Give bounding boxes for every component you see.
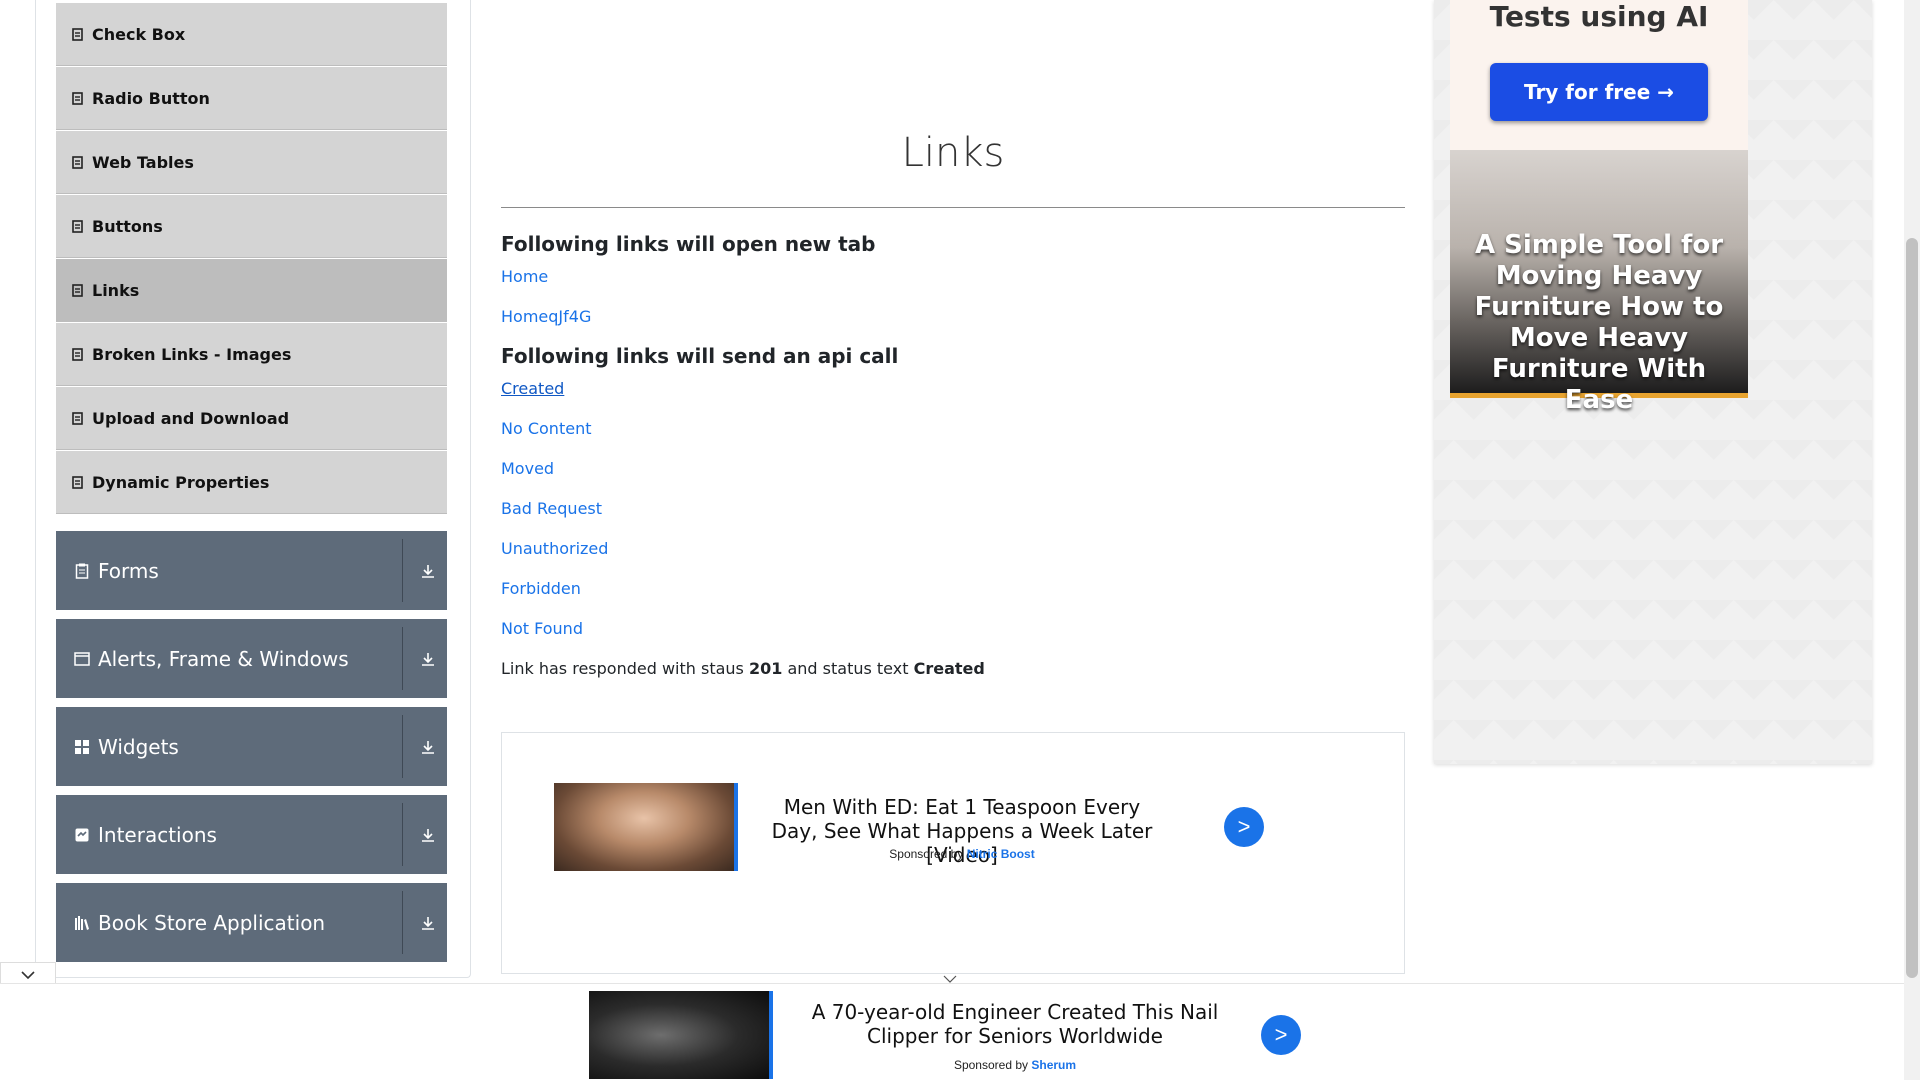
link-not-found[interactable]: Not Found xyxy=(501,619,583,638)
bottom-ad[interactable]: A 70-year-old Engineer Created This Nail… xyxy=(0,983,1904,1080)
group-label: Interactions xyxy=(98,822,217,847)
sidebar-item-label: Buttons xyxy=(92,216,163,236)
sidebar-item-label: Check Box xyxy=(92,24,186,44)
link-unauthorized[interactable]: Unauthorized xyxy=(501,539,608,558)
sidebar-item-buttons[interactable]: Buttons xyxy=(56,195,447,258)
sidebar-item-check-box[interactable]: Check Box xyxy=(56,3,447,66)
response-middle: and status text xyxy=(787,659,909,678)
right-ad[interactable]: Tests using AI Try for free → A Simple T… xyxy=(1434,0,1872,764)
sidebar-item-upload-download[interactable]: Upload and Download xyxy=(56,387,447,450)
sidebar-item-label: Web Tables xyxy=(92,152,194,172)
sidebar-item-dynamic-properties[interactable]: Dynamic Properties xyxy=(56,451,447,514)
link-no-content[interactable]: No Content xyxy=(501,419,591,438)
link-created[interactable]: Created xyxy=(501,379,564,398)
inline-ad[interactable]: Men With ED: Eat 1 Teaspoon Every Day, S… xyxy=(501,732,1405,974)
sidebar-menu: Check Box Radio Button Web Tables Button… xyxy=(56,0,447,515)
bottom-ad-sponsored-prefix: Sponsored by xyxy=(953,1058,1029,1072)
file-icon xyxy=(70,155,84,170)
group-label: Alerts, Frame & Windows xyxy=(98,646,349,671)
right-ad-banner[interactable]: Tests using AI Try for free → xyxy=(1450,0,1748,150)
link-response: Link has responded with staus 201 and st… xyxy=(501,659,985,678)
bottom-ad-sponsor[interactable]: Sherum xyxy=(1031,1058,1076,1072)
download-icon[interactable] xyxy=(408,531,447,610)
bottom-ad-image[interactable] xyxy=(589,991,773,1079)
response-prefix: Link has responded with staus xyxy=(501,659,744,678)
sidebar-item-web-tables[interactable]: Web Tables xyxy=(56,131,447,194)
link-bad-request[interactable]: Bad Request xyxy=(501,499,602,518)
response-status-text: Created xyxy=(913,659,985,678)
link-moved[interactable]: Moved xyxy=(501,459,554,478)
download-icon[interactable] xyxy=(408,795,447,874)
group-forms[interactable]: Forms xyxy=(56,531,447,610)
title-divider xyxy=(501,207,1405,208)
file-icon xyxy=(70,475,84,490)
new-tab-heading: Following links will open new tab xyxy=(501,232,876,256)
books-icon xyxy=(74,915,90,931)
file-icon xyxy=(70,91,84,106)
ad-sponsored: Sponsored by Nitric Boost xyxy=(762,847,1162,861)
download-icon[interactable] xyxy=(408,619,447,698)
ad-sponsor[interactable]: Nitric Boost xyxy=(967,847,1035,861)
bottom-ad-headline[interactable]: A 70-year-old Engineer Created This Nail… xyxy=(790,1000,1240,1048)
sidebar-item-radio-button[interactable]: Radio Button xyxy=(56,67,447,130)
download-icon[interactable] xyxy=(408,707,447,786)
window-icon xyxy=(74,651,90,667)
group-label: Widgets xyxy=(98,734,179,759)
file-icon xyxy=(70,27,84,42)
file-icon xyxy=(70,411,84,426)
group-widgets[interactable]: Widgets xyxy=(56,707,447,786)
ad-sponsored-prefix: Sponsored by xyxy=(889,847,964,861)
group-label: Forms xyxy=(98,558,159,583)
grid-icon xyxy=(74,739,90,755)
sidebar-item-broken-links[interactable]: Broken Links - Images xyxy=(56,323,447,386)
group-book-store[interactable]: Book Store Application xyxy=(56,883,447,962)
sidebar-item-label: Dynamic Properties xyxy=(92,472,270,492)
bottom-ad-go-button[interactable]: > xyxy=(1261,1015,1301,1055)
ad-go-button[interactable]: > xyxy=(1224,807,1264,847)
group-label: Book Store Application xyxy=(98,910,326,935)
try-free-button[interactable]: Try for free → xyxy=(1490,63,1708,121)
group-alerts-frame-windows[interactable]: Alerts, Frame & Windows xyxy=(56,619,447,698)
link-forbidden[interactable]: Forbidden xyxy=(501,579,581,598)
right-ad-image[interactable]: A Simple Tool for Moving Heavy Furniture… xyxy=(1450,150,1748,415)
file-icon xyxy=(70,219,84,234)
group-interactions[interactable]: Interactions xyxy=(56,795,447,874)
page-title: Links xyxy=(901,130,1005,176)
right-ad-image-text: A Simple Tool for Moving Heavy Furniture… xyxy=(1474,230,1724,415)
right-ad-text: Tests using AI xyxy=(1489,0,1709,33)
sidebar-item-label: Broken Links - Images xyxy=(92,344,292,364)
sidebar-item-links[interactable]: Links xyxy=(56,259,447,322)
sidebar-item-label: Upload and Download xyxy=(92,408,290,428)
response-status: 201 xyxy=(748,659,783,678)
scrollbar-thumb[interactable] xyxy=(1906,238,1918,978)
ad-image[interactable] xyxy=(554,783,738,871)
api-heading: Following links will send an api call xyxy=(501,344,899,368)
sidebar-item-label: Radio Button xyxy=(92,88,210,108)
link-home-dynamic[interactable]: HomeqJf4G xyxy=(501,307,591,326)
download-icon[interactable] xyxy=(408,883,447,962)
move-icon xyxy=(74,827,90,843)
link-home[interactable]: Home xyxy=(501,267,548,286)
file-icon xyxy=(70,283,84,298)
bottom-ad-sponsored: Sponsored by Sherum xyxy=(790,1058,1240,1072)
sidebar-item-label: Links xyxy=(92,280,140,300)
file-icon xyxy=(70,347,84,362)
clipboard-icon xyxy=(74,563,90,579)
